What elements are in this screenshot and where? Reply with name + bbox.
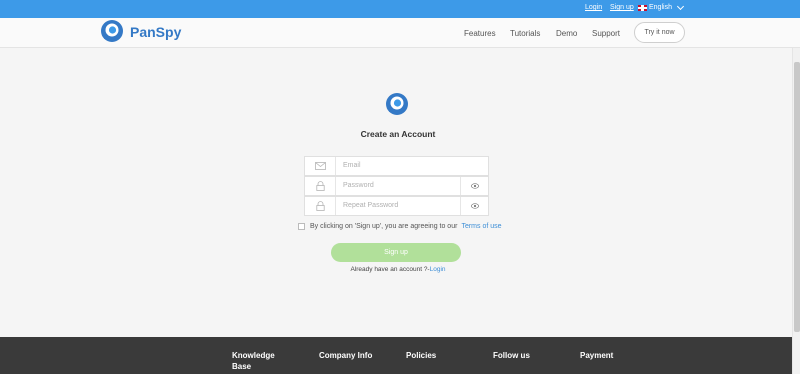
panspy-logo-icon[interactable] xyxy=(100,19,124,43)
email-placeholder: Email xyxy=(343,162,361,169)
panspy-form-logo-icon xyxy=(386,93,408,115)
footer-follow-us: Follow us xyxy=(493,351,530,360)
site-footer: Knowledge Base Company Info Policies Fol… xyxy=(0,337,792,374)
show-repeat-password-toggle[interactable] xyxy=(460,197,488,215)
form-login-link[interactable]: Login xyxy=(430,266,446,273)
language-selector[interactable]: English xyxy=(638,2,685,11)
uk-flag-icon xyxy=(638,4,647,11)
nav-support[interactable]: Support xyxy=(592,29,620,38)
terms-checkbox[interactable] xyxy=(298,223,305,230)
nav-demo[interactable]: Demo xyxy=(556,29,577,38)
signup-button[interactable]: Sign up xyxy=(331,243,461,262)
show-password-toggle[interactable] xyxy=(460,177,488,195)
chevron-down-icon xyxy=(676,2,685,10)
repeat-password-icon-wrap xyxy=(305,197,336,215)
repeat-password-field[interactable]: Repeat Password xyxy=(304,196,489,216)
email-icon-wrap xyxy=(305,157,336,175)
footer-company-info: Company Info xyxy=(319,351,373,360)
top-login-link[interactable]: Login xyxy=(585,4,602,11)
lock-icon xyxy=(315,181,325,191)
terms-text: By clicking on 'Sign up', you are agreei… xyxy=(310,223,458,230)
top-signup-link[interactable]: Sign up xyxy=(610,4,634,11)
password-placeholder: Password xyxy=(343,182,374,189)
nav-tutorials[interactable]: Tutorials xyxy=(510,29,540,38)
terms-row: By clicking on 'Sign up', you are agreei… xyxy=(298,223,502,230)
form-title: Create an Account xyxy=(360,129,436,139)
repeat-password-placeholder: Repeat Password xyxy=(343,202,399,209)
page-scrollbar[interactable] xyxy=(792,48,800,374)
eye-icon xyxy=(470,203,479,209)
terms-of-use-link[interactable]: Terms of use xyxy=(461,223,501,230)
site-header: PanSpy Features Tutorials Demo Support T… xyxy=(0,18,800,48)
try-it-now-button[interactable]: Try it now xyxy=(634,22,685,43)
brand-name[interactable]: PanSpy xyxy=(130,24,181,40)
envelope-icon xyxy=(314,162,326,170)
email-field[interactable]: Email xyxy=(304,156,489,176)
password-field[interactable]: Password xyxy=(304,176,489,196)
footer-knowledge-base: Knowledge Base xyxy=(232,351,275,371)
footer-payment: Payment xyxy=(580,351,614,360)
eye-icon xyxy=(470,183,479,189)
language-label: English xyxy=(649,4,672,11)
top-utility-bar: Login Sign up English xyxy=(0,0,800,18)
footer-policies: Policies xyxy=(406,351,437,360)
lock-icon xyxy=(315,201,325,211)
scrollbar-thumb[interactable] xyxy=(794,62,800,332)
password-icon-wrap xyxy=(305,177,336,195)
have-account-text: Already have an account ?- xyxy=(350,266,430,273)
nav-features[interactable]: Features xyxy=(464,29,496,38)
have-account-row: Already have an account ?-Login xyxy=(300,266,496,273)
